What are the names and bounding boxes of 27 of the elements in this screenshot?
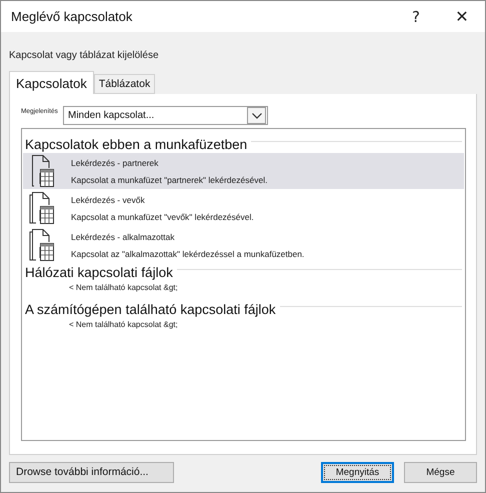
- empty-message: < Nem található kapcsolat &gt;: [69, 320, 179, 329]
- help-button[interactable]: ?: [393, 1, 439, 32]
- connection-item[interactable]: Lekérdezés - partnerek Kapcsolat a munkafüzet "partnerek" lekérdezésével.: [23, 153, 464, 189]
- browse-button[interactable]: Drowse további információ...: [9, 462, 174, 482]
- connection-name: Lekérdezés - partnerek: [71, 158, 160, 168]
- section-heading: A számítógépen található kapcsolati fájlok: [25, 302, 276, 317]
- stacked-document-table-icon: [28, 191, 54, 225]
- instruction-text: Kapcsolat vagy táblázat kijelölése: [9, 50, 160, 63]
- connection-description: Kapcsolat a munkafüzet "vevők" lekérdezésével.: [71, 212, 254, 222]
- close-button[interactable]: ✕: [439, 1, 485, 32]
- connection-item[interactable]: Lekérdezés - vevők Kapcsolat a munkafüzet "vevők" lekérdezésével.: [23, 190, 464, 226]
- tab[interactable]: Táblázatok: [94, 74, 156, 94]
- connection-description: Kapcsolat az "alkalmazottak" lekérdezéssel a munkafüzetben.: [71, 248, 304, 258]
- tab[interactable]: Kapcsolatok: [9, 71, 94, 94]
- window-title: Meglévő kapcsolatok: [11, 9, 134, 24]
- open-button[interactable]: Megnyitás: [321, 462, 394, 482]
- cancel-button[interactable]: Mégse: [404, 462, 477, 482]
- caret-icon: [247, 107, 266, 124]
- connection-item[interactable]: Lekérdezés - alkalmazottak Kapcsolat az "alkalmazottak" lekérdezéssel a munkafüzetben.: [23, 227, 464, 263]
- stacked-document-table-icon: [28, 228, 54, 262]
- connection-name: Lekérdezés - vevők: [71, 194, 146, 204]
- show-dropdown[interactable]: Minden kapcsolat...: [63, 106, 268, 125]
- section-heading: Kapcsolatok ebben a munkafüzetben: [25, 137, 248, 152]
- connection-name: Lekérdezés - alkalmazottak: [71, 232, 176, 242]
- connection-description: Kapcsolat a munkafüzet "partnerek" lekérdezésével.: [71, 174, 268, 184]
- empty-message: < Nem található kapcsolat &gt;: [69, 283, 179, 292]
- section-heading: Hálózati kapcsolati fájlok: [25, 265, 173, 280]
